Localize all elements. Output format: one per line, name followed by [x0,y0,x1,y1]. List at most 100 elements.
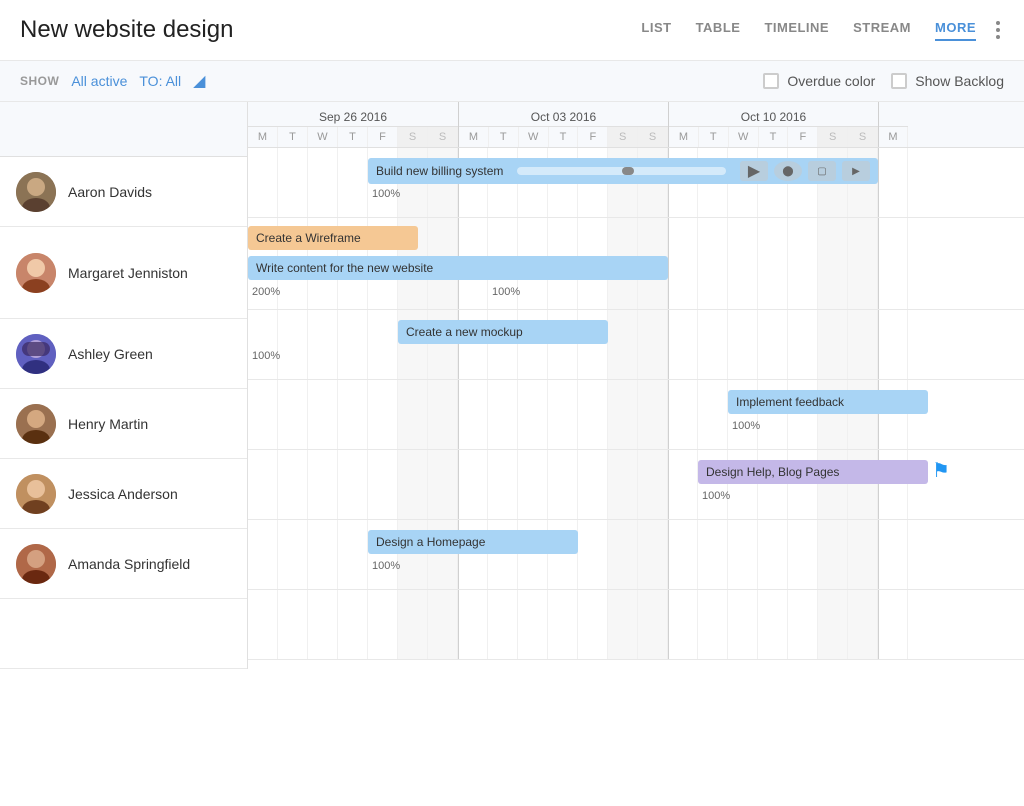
gantt-row: Design Help, Blog Pages ⚑ 100% [248,450,1024,520]
day-cell [428,380,458,449]
week-block: Oct 03 2016 M T W T F S S [458,102,668,147]
day-cell [728,590,758,659]
day-cell [638,520,668,589]
gantt-bar[interactable]: Design a Homepage [368,530,578,554]
day-cell [878,218,908,309]
week-label: Oct 03 2016 [459,102,668,127]
day-cell [878,310,908,379]
day-cell [608,310,638,379]
tab-list[interactable]: LIST [641,20,671,41]
day-cell [488,380,518,449]
gantt-weeks-header: Sep 26 2016 M T W T F S S Oct 03 2016 M … [248,102,1024,148]
gantt-bar[interactable]: Build new billing system ▶ ⬤ ▢ ▶ [368,158,878,184]
day-cell [578,380,608,449]
overdue-color-checkbox[interactable] [763,73,779,89]
week-label: Oct 10 2016 [669,102,878,127]
person-name: Amanda Springfield [68,556,190,572]
day-cell [818,590,848,659]
day-cell [338,380,368,449]
day-cell [338,148,368,217]
gantt-row: Implement feedback 100% [248,380,1024,450]
day-header: M [879,127,908,147]
day-cell [308,520,338,589]
tab-table[interactable]: TABLE [696,20,741,41]
day-cell [668,310,698,379]
avatar [16,172,56,212]
day-cell [668,380,698,449]
task-percent: 200% [252,286,280,298]
gantt-row: Design a Homepage 100% [248,520,1024,590]
show-backlog-checkbox[interactable] [891,73,907,89]
bar-control-btn[interactable]: ▶ [842,161,870,181]
more-options-icon[interactable] [992,17,1004,43]
gantt-bar[interactable]: Create a Wireframe [248,226,418,250]
day-cell [848,310,878,379]
person-row: Margaret Jenniston [0,227,247,319]
day-cell [488,450,518,519]
day-cell [788,590,818,659]
gantt-bar[interactable]: Create a new mockup [398,320,608,344]
day-header: T [549,127,579,147]
tab-stream[interactable]: STREAM [853,20,911,41]
day-cell [278,380,308,449]
gantt-bar[interactable]: Implement feedback [728,390,928,414]
day-header: S [608,127,638,147]
day-cell [248,148,278,217]
day-header: T [278,127,308,147]
task-label: Build new billing system [376,164,503,178]
day-header: S [638,127,668,147]
day-cell [428,450,458,519]
bar-control-btn[interactable]: ▶ [740,161,768,181]
person-name: Aaron Davids [68,184,152,200]
gantt-bar[interactable]: Write content for the new website [248,256,668,280]
toolbar: SHOW All active TO: All ◢ Overdue color … [0,61,1024,102]
day-cell [608,590,638,659]
day-cell [248,450,278,519]
day-cell [308,380,338,449]
day-cell [398,380,428,449]
all-active-filter[interactable]: All active [71,73,127,89]
days-row: M T W T F S S [459,127,668,147]
show-backlog-option[interactable]: Show Backlog [891,73,1004,89]
day-cell [578,450,608,519]
day-cell [518,590,548,659]
avatar [16,334,56,374]
tab-more[interactable]: MORE [935,20,976,41]
gantt-row: Create a new mockup 100% [248,310,1024,380]
person-row: Aaron Davids [0,157,247,227]
day-cell [638,450,668,519]
gantt-chart[interactable]: Sep 26 2016 M T W T F S S Oct 03 2016 M … [248,102,1024,669]
app-header: New website design LIST TABLE TIMELINE S… [0,0,1024,61]
week-block: Oct 10 2016 M T W T F S S [668,102,878,147]
day-cell [248,310,278,379]
overdue-color-label: Overdue color [787,73,875,89]
tab-timeline[interactable]: TIMELINE [764,20,829,41]
day-header: F [368,127,398,147]
day-cell [728,310,758,379]
person-row: Henry Martin [0,389,247,459]
gantt-row: Create a Wireframe Write content for the… [248,218,1024,310]
bar-control-btn[interactable]: ⬤ [774,161,802,181]
overdue-color-option[interactable]: Overdue color [763,73,875,89]
day-cell [278,590,308,659]
filter-icon[interactable]: ◢ [193,71,205,91]
day-cell [788,310,818,379]
task-label: Implement feedback [736,395,844,409]
day-cell [698,520,728,589]
avatar [16,404,56,444]
bar-control-btn[interactable]: ▢ [808,161,836,181]
person-row [0,599,247,669]
nav-tabs: LIST TABLE TIMELINE STREAM MORE [641,20,976,41]
show-backlog-label: Show Backlog [915,73,1004,89]
day-cell [608,380,638,449]
day-cell [668,590,698,659]
to-all-filter[interactable]: TO: All [139,73,181,89]
day-cell [548,450,578,519]
day-header: S [428,127,458,147]
day-cell [818,310,848,379]
gantt-bar[interactable]: Design Help, Blog Pages [698,460,928,484]
day-cell [248,590,278,659]
day-cell [788,520,818,589]
person-row: Jessica Anderson [0,459,247,529]
day-cell [548,380,578,449]
